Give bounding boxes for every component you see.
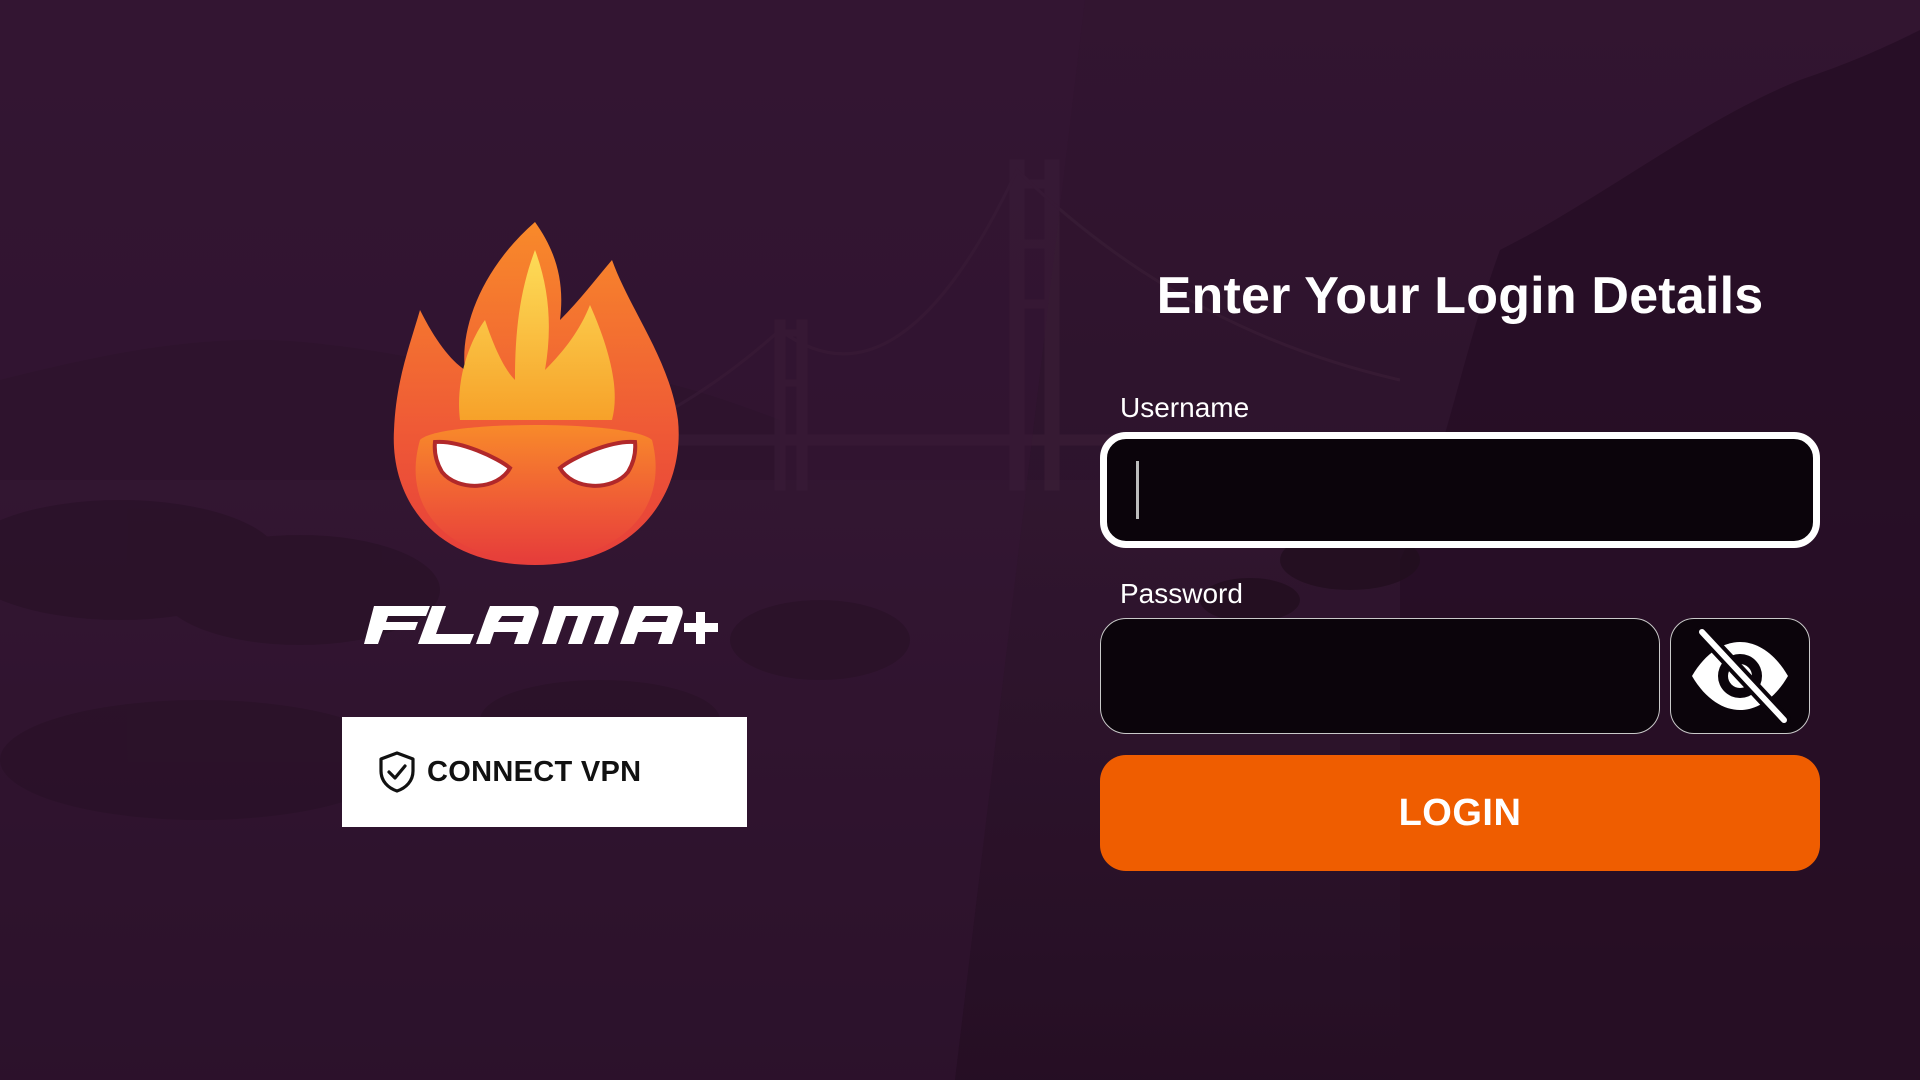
password-label: Password — [1120, 578, 1243, 609]
username-label: Username — [1120, 392, 1250, 423]
login-button[interactable]: LOGIN — [1100, 755, 1820, 871]
text-caret — [1136, 461, 1139, 519]
flame-logo-icon — [393, 222, 679, 565]
brand-wordmark-logo — [364, 606, 718, 644]
username-input[interactable] — [1100, 432, 1820, 548]
connect-vpn-label: CONNECT VPN — [427, 755, 642, 788]
eye-off-icon — [1692, 626, 1791, 726]
login-form-title: Enter Your Login Details — [1156, 267, 1764, 325]
shield-check-icon — [379, 751, 415, 793]
toggle-password-visibility-button[interactable] — [1670, 618, 1810, 734]
password-input[interactable] — [1100, 618, 1660, 734]
connect-vpn-button[interactable]: CONNECT VPN — [342, 717, 747, 827]
login-screen: CONNECT VPN Enter Your Login Details Use… — [0, 0, 1920, 1080]
